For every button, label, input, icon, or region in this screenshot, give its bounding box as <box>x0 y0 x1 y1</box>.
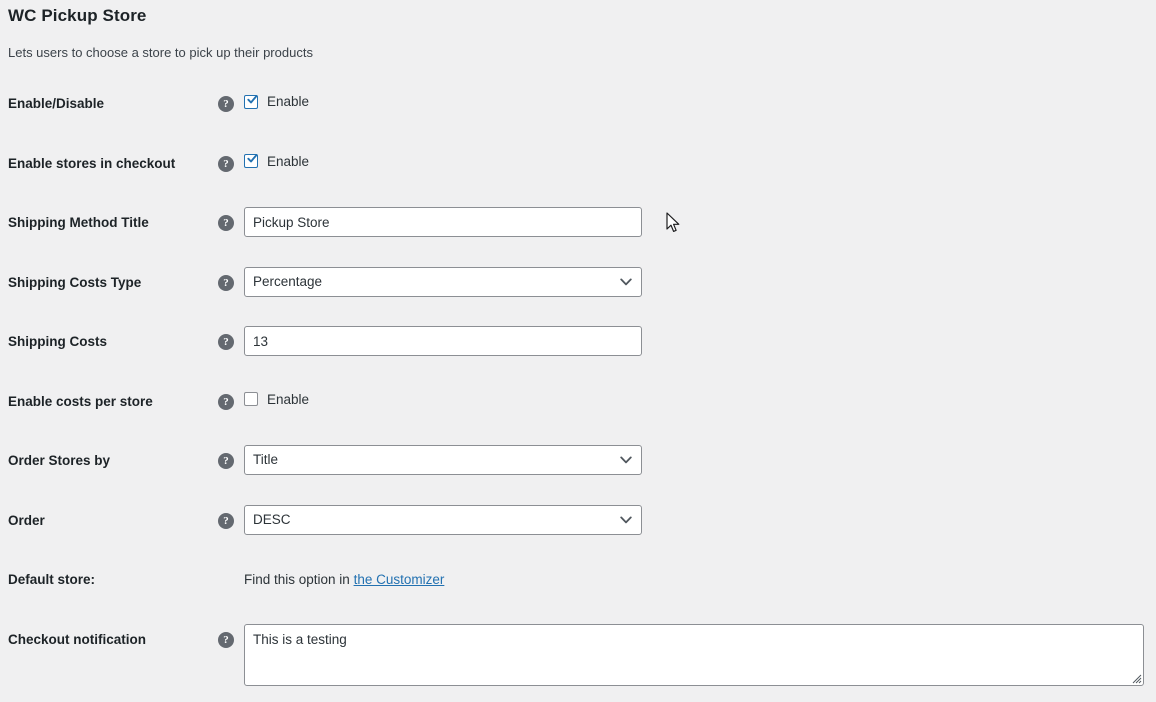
select-value-order-stores-by: Title <box>244 445 642 475</box>
row-label-enable-stores-in-checkout: Enable stores in checkout <box>8 155 176 171</box>
row-label-checkout-notification: Checkout notification <box>8 631 146 647</box>
textarea-wrapper-checkout-notification <box>244 623 1144 686</box>
form-row-enable-stores-in-checkout: Enable stores in checkout? Enable <box>0 138 1156 198</box>
customizer-link[interactable]: the Customizer <box>354 572 445 587</box>
row-label-shipping-costs-type: Shipping Costs Type <box>8 274 142 290</box>
row-label-shipping-costs: Shipping Costs <box>8 334 107 349</box>
form-row-checkout-notification: Checkout notification? <box>0 614 1156 699</box>
checkmark-icon <box>247 94 258 103</box>
form-row-enable-costs-per-store: Enable costs per store? Enable <box>0 376 1156 436</box>
textarea-checkout-notification[interactable] <box>244 623 1144 686</box>
form-row-shipping-method-title: Shipping Method Title? <box>0 197 1156 257</box>
help-icon-order-stores-by[interactable]: ? <box>218 453 234 469</box>
help-icon-checkout-notification[interactable]: ? <box>218 631 234 648</box>
row-label-order-stores-by: Order Stores by <box>8 453 111 468</box>
row-label-enable-costs-per-store: Enable costs per store <box>8 393 153 409</box>
text-input-shipping-method-title[interactable] <box>244 207 642 237</box>
checkbox-wrapper-enable-disable[interactable]: Enable <box>244 94 309 109</box>
hint-text: Find this option in <box>244 572 354 587</box>
form-row-default-store: Default store: Find this option in the Cu… <box>0 554 1156 614</box>
help-icon-shipping-costs-type[interactable]: ? <box>218 274 234 291</box>
checkbox-label-enable-disable: Enable <box>267 94 310 109</box>
row-label-enable-disable: Enable/Disable <box>8 96 105 111</box>
page-description: Lets users to choose a store to pick up … <box>8 45 313 60</box>
form-row-order-stores-by: Order Stores by? Title <box>0 435 1156 495</box>
select-value-shipping-costs-type: Percentage <box>244 266 642 297</box>
checkmark-icon <box>247 154 258 163</box>
help-icon-enable-disable[interactable]: ? <box>218 96 234 112</box>
checkbox-label-enable-costs-per-store: Enable <box>267 391 310 407</box>
select-shipping-costs-type[interactable]: Percentage <box>244 266 642 297</box>
row-label-shipping-method-title: Shipping Method Title <box>8 215 149 230</box>
checkbox-enable-stores-in-checkout[interactable] <box>244 154 258 168</box>
form-row-shipping-costs: Shipping Costs? <box>0 316 1156 376</box>
select-order-stores-by[interactable]: Title <box>244 445 642 475</box>
select-order[interactable]: DESC <box>244 504 642 535</box>
help-icon-shipping-costs[interactable]: ? <box>218 334 234 350</box>
page-title: WC Pickup Store <box>8 6 147 25</box>
default-store-hint: Find this option in the Customizer <box>244 572 444 587</box>
checkbox-enable-costs-per-store[interactable] <box>244 392 258 406</box>
form-row-order: Order? DESC <box>0 495 1156 555</box>
help-icon-enable-stores-in-checkout[interactable]: ? <box>218 155 234 172</box>
checkbox-wrapper-enable-costs-per-store[interactable]: Enable <box>244 392 309 407</box>
form-row-shipping-costs-type: Shipping Costs Type? Percentage <box>0 257 1156 317</box>
form-row-enable-disable: Enable/Disable? Enable <box>0 78 1156 138</box>
row-label-default-store: Default store: <box>8 572 96 587</box>
checkbox-wrapper-enable-stores-in-checkout[interactable]: Enable <box>244 154 309 169</box>
text-input-shipping-costs[interactable] <box>244 326 642 356</box>
help-icon-enable-costs-per-store[interactable]: ? <box>218 393 234 410</box>
settings-form-table: Enable/Disable? Enable Enable stores in ch… <box>0 78 1156 699</box>
row-label-order: Order <box>8 512 45 528</box>
help-icon-order[interactable]: ? <box>218 512 234 529</box>
checkbox-label-enable-stores-in-checkout: Enable <box>267 153 310 169</box>
checkbox-enable-disable[interactable] <box>244 94 258 109</box>
help-icon-shipping-method-title[interactable]: ? <box>218 215 234 231</box>
select-value-order: DESC <box>244 504 642 535</box>
